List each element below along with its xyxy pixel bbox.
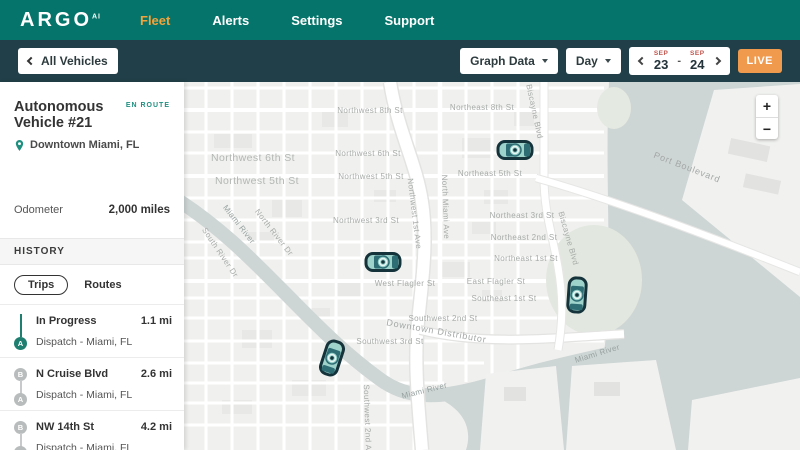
tab-trips[interactable]: Trips	[14, 275, 68, 295]
caret-down-icon	[542, 59, 548, 63]
stop-a-badge: A	[14, 393, 27, 406]
street-label: Northwest 6th St	[335, 149, 401, 158]
street-label: Northeast 3rd St	[490, 211, 555, 220]
street-label: Southwest 2nd St	[408, 314, 477, 323]
vehicle-marker[interactable]	[567, 277, 586, 312]
route-line	[20, 314, 22, 337]
fleet-app: ARGOAI Fleet Alerts Settings Support All…	[0, 0, 800, 450]
street-label: Northwest 5th St	[338, 172, 404, 181]
stop-a-badge: A	[14, 446, 27, 450]
vehicle-panel: Autonomous Vehicle #21 EN ROUTE Downtown…	[0, 82, 184, 450]
vehicle-title-row: Autonomous Vehicle #21 EN ROUTE	[0, 100, 184, 132]
route-line	[20, 433, 22, 447]
odometer-row: Odometer 2,000 miles	[0, 204, 184, 216]
top-nav: ARGOAI Fleet Alerts Settings Support	[0, 0, 800, 40]
prev-date-button[interactable]	[638, 57, 646, 65]
stop-a-badge: A	[14, 337, 27, 350]
next-date-button[interactable]	[712, 57, 720, 65]
odometer-label: Odometer	[14, 204, 63, 216]
street-label: Northeast 1st St	[494, 254, 558, 263]
vehicle-marker[interactable]	[498, 142, 532, 159]
trip-title: In Progress	[36, 315, 97, 327]
trip-distance: 1.1 mi	[141, 315, 172, 327]
street-label: Northeast 2nd St	[491, 233, 558, 242]
toolbar: All Vehicles Graph Data Day SEP 23 - SEP	[0, 40, 800, 82]
trip-subtitle: Dispatch - Miami, FL	[36, 442, 172, 450]
nav-tab-support[interactable]: Support	[385, 13, 435, 28]
content-area: Autonomous Vehicle #21 EN ROUTE Downtown…	[0, 82, 800, 450]
street-label: Northeast 8th St	[450, 103, 515, 112]
trip-row-nw-14th-st[interactable]: B A NW 14th St 4.2 mi Dispatch - Miami, …	[0, 410, 184, 450]
vehicle-status-badge: EN ROUTE	[126, 102, 170, 109]
street-label: Northwest 3rd St	[333, 216, 399, 225]
street-label: Northwest 5th St	[215, 175, 299, 187]
zoom-out-button[interactable]: −	[756, 117, 778, 139]
toolbar-right-group: Graph Data Day SEP 23 - SEP 24	[460, 47, 782, 76]
vehicle-title: Autonomous Vehicle #21	[14, 100, 120, 132]
chevron-left-icon	[27, 57, 35, 65]
date-end[interactable]: SEP 24	[690, 51, 705, 72]
date-start-day: 23	[654, 58, 668, 71]
vehicle-marker[interactable]	[366, 254, 400, 271]
trip-title: NW 14th St	[36, 421, 94, 433]
street-label: Northeast 5th St	[458, 169, 523, 178]
trip-rail: B A	[8, 420, 36, 450]
trip-title: N Cruise Blvd	[36, 368, 108, 380]
date-start[interactable]: SEP 23	[654, 51, 669, 72]
day-dropdown[interactable]: Day	[566, 48, 621, 74]
street-label: Northwest 8th St	[337, 106, 403, 115]
trip-distance: 2.6 mi	[141, 368, 172, 380]
logo-ai-sup: AI	[92, 13, 101, 20]
trip-subtitle: Dispatch - Miami, FL	[36, 389, 172, 401]
map-zoom-control: + −	[756, 95, 778, 139]
street-label: East Flagler St	[467, 277, 526, 286]
map[interactable]: Northwest 8th St Northeast 8th St Northw…	[184, 82, 800, 450]
history-heading: HISTORY	[0, 238, 184, 265]
zoom-in-button[interactable]: +	[756, 95, 778, 117]
caret-down-icon	[605, 59, 611, 63]
trip-rail: B A	[8, 367, 36, 401]
trip-rail: A	[8, 314, 36, 348]
trip-distance: 4.2 mi	[141, 421, 172, 433]
map-pin-icon	[14, 139, 25, 152]
vehicle-location-row: Downtown Miami, FL	[0, 139, 184, 152]
trip-row-n-cruise-blvd[interactable]: B A N Cruise Blvd 2.6 mi Dispatch - Miam…	[0, 357, 184, 410]
logo-text: ARGO	[20, 9, 92, 31]
graph-data-label: Graph Data	[470, 54, 535, 68]
map-canvas[interactable]: Northwest 8th St Northeast 8th St Northw…	[184, 82, 800, 450]
trip-details: In Progress 1.1 mi Dispatch - Miami, FL	[36, 314, 172, 348]
nav-tab-settings[interactable]: Settings	[291, 13, 342, 28]
argo-logo[interactable]: ARGOAI	[20, 9, 128, 32]
nav-tab-fleet[interactable]: Fleet	[140, 13, 170, 28]
main-nav-tabs: Fleet Alerts Settings Support	[140, 13, 434, 28]
history-tabs: Trips Routes	[0, 265, 184, 304]
street-label: West Flagler St	[375, 279, 436, 288]
odometer-value: 2,000 miles	[109, 204, 170, 216]
tab-routes[interactable]: Routes	[84, 279, 121, 291]
route-line	[20, 380, 22, 394]
trip-row-in-progress[interactable]: A In Progress 1.1 mi Dispatch - Miami, F…	[0, 304, 184, 357]
graph-data-dropdown[interactable]: Graph Data	[460, 48, 558, 74]
nav-tab-alerts[interactable]: Alerts	[212, 13, 249, 28]
trip-subtitle: Dispatch - Miami, FL	[36, 336, 172, 348]
street-label: Southeast 1st St	[471, 294, 536, 303]
street-label: Northwest 6th St	[211, 152, 295, 164]
date-end-day: 24	[690, 58, 704, 71]
day-label: Day	[576, 54, 598, 68]
vehicle-location: Downtown Miami, FL	[30, 139, 139, 151]
live-button[interactable]: LIVE	[738, 49, 782, 73]
trip-details: N Cruise Blvd 2.6 mi Dispatch - Miami, F…	[36, 367, 172, 401]
small-park	[597, 87, 631, 129]
street-label: Southwest 3rd St	[356, 337, 424, 346]
trip-details: NW 14th St 4.2 mi Dispatch - Miami, FL	[36, 420, 172, 450]
date-range-picker: SEP 23 - SEP 24	[629, 47, 730, 76]
all-vehicles-button[interactable]: All Vehicles	[18, 48, 118, 74]
date-separator: -	[677, 55, 681, 67]
all-vehicles-label: All Vehicles	[41, 54, 108, 68]
